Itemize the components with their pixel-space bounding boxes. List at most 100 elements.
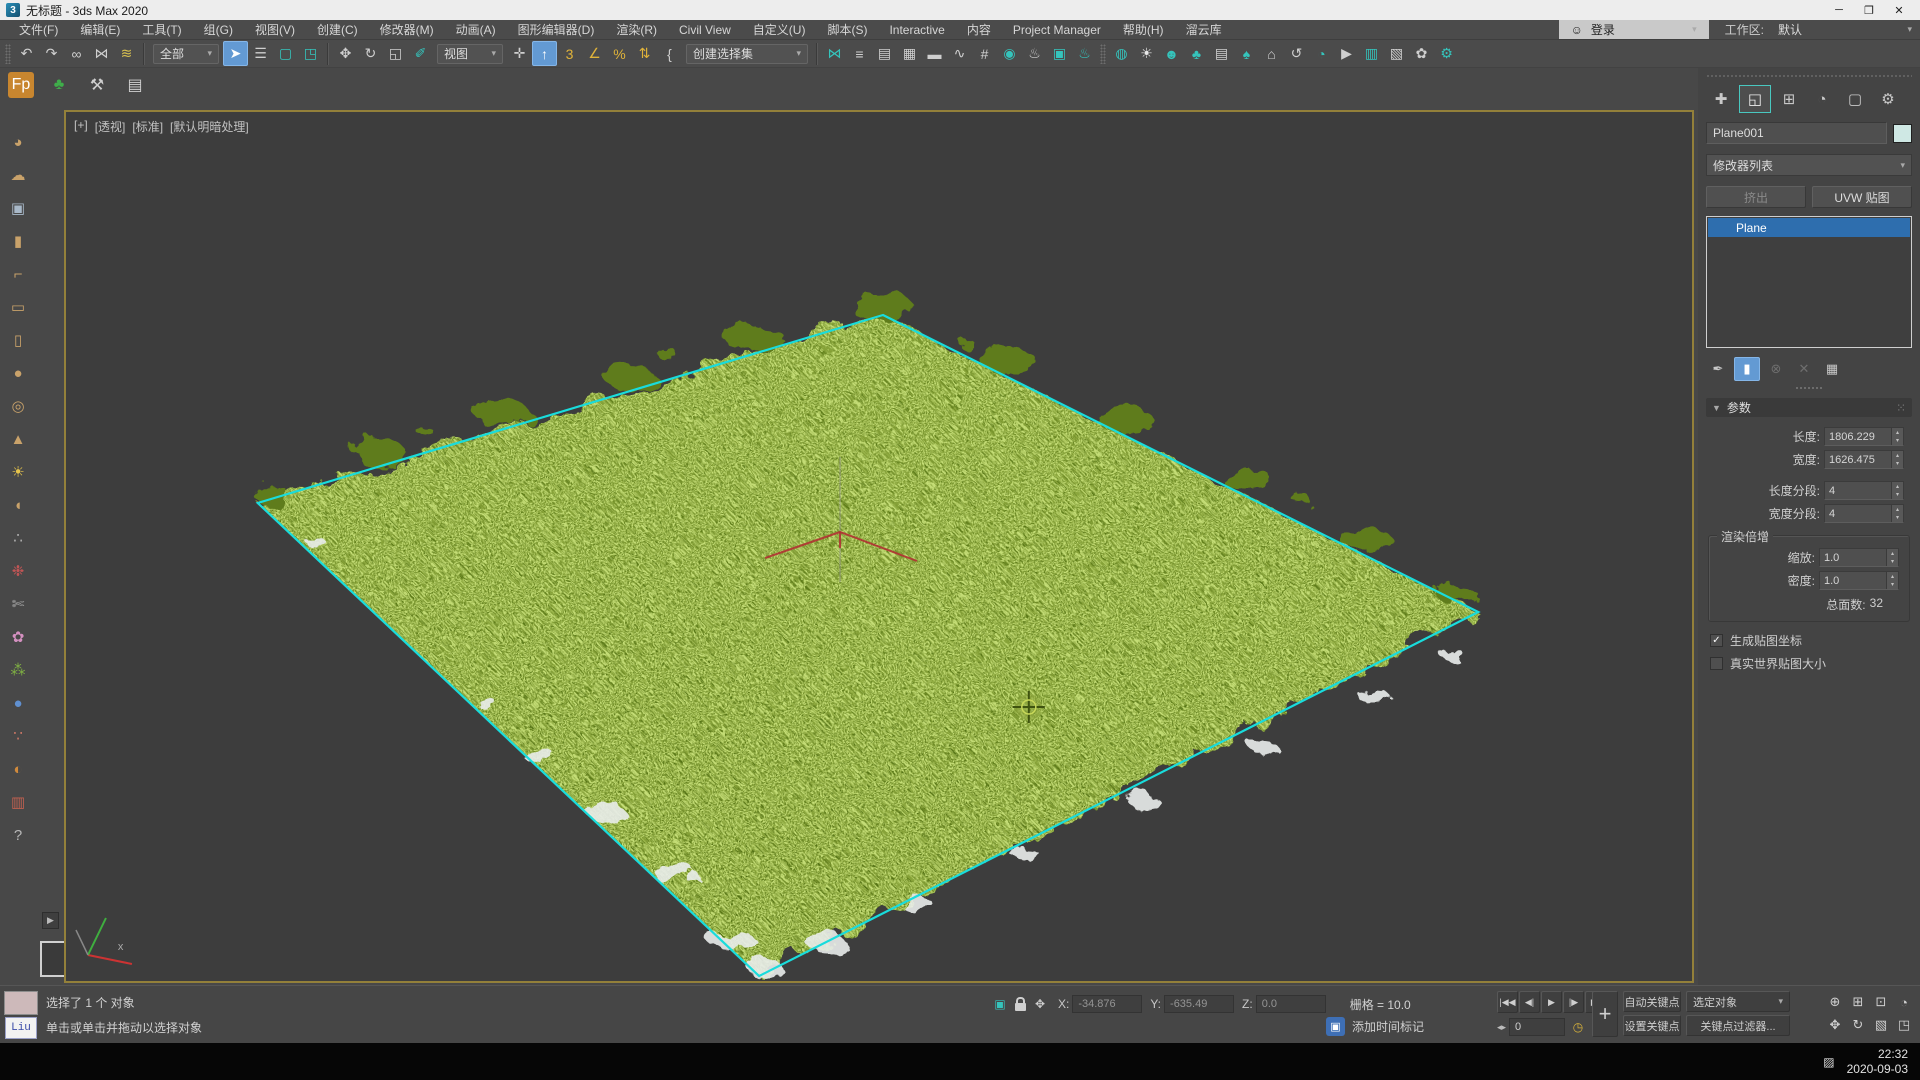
snap-3d-icon[interactable]: 3 (557, 41, 582, 66)
taskbar-clock[interactable]: 22:32 2020-09-03 (1847, 1047, 1908, 1077)
window-play-icon[interactable]: ▶ (1334, 41, 1359, 66)
daylight-icon[interactable]: ☀ (1134, 41, 1159, 66)
window-crossing-icon[interactable]: ◳ (298, 41, 323, 66)
checklist-icon[interactable]: ▤ (122, 72, 148, 98)
clapper-icon[interactable]: ▥ (1359, 41, 1384, 66)
cone-icon[interactable]: ▲ (6, 427, 30, 451)
key-filter-scope-dropdown[interactable]: 选定对象▾ (1686, 991, 1790, 1012)
menu-item[interactable]: 组(G) (193, 21, 244, 38)
cylinder-icon[interactable]: ▮ (6, 229, 30, 253)
forest-trees-icon[interactable]: ♣ (46, 72, 72, 98)
checkbox-unchecked-icon[interactable] (1710, 657, 1723, 670)
tab-display[interactable]: ▢ (1840, 86, 1870, 112)
go-start-icon[interactable]: |◀◀ (1497, 991, 1518, 1013)
bind-spacewarp-icon[interactable]: ≋ (114, 41, 139, 66)
link-icon[interactable]: ∞ (64, 41, 89, 66)
balloon-icon[interactable]: ◍ (1109, 41, 1134, 66)
key-mode-clock-icon[interactable]: ◷ (1568, 1017, 1588, 1037)
scale-field[interactable]: 1.0▴▾ (1819, 548, 1899, 567)
viewport-label-segment[interactable]: [标准] (132, 118, 163, 135)
pie-icon[interactable]: ◔ (1309, 41, 1334, 66)
add-time-tag-button[interactable]: 添加时间标记 (1352, 1018, 1424, 1035)
viewport-label-segment[interactable]: [+] (74, 118, 88, 135)
menu-item[interactable]: 文件(F) (8, 21, 69, 38)
set-key-button[interactable]: 设置关键点 (1623, 1015, 1681, 1036)
spinner[interactable]: ▴▾ (1891, 505, 1903, 522)
selection-lock-icon[interactable] (1010, 994, 1030, 1014)
width-segs-field[interactable]: 4▴▾ (1824, 504, 1904, 523)
ribbon-toggle-icon[interactable]: ▬ (922, 41, 947, 66)
panel-drag-handle[interactable] (1706, 74, 1912, 78)
checkbox-checked-icon[interactable]: ✓ (1710, 634, 1723, 647)
named-selection-set-field[interactable]: 创建选择集▾ (686, 44, 808, 64)
auto-key-button[interactable]: 自动关键点 (1623, 991, 1681, 1012)
parameters-rollout-header[interactable]: ▼ 参数 ⁙ (1706, 398, 1912, 417)
spinner[interactable]: ▴▾ (1886, 549, 1898, 566)
camera-icon[interactable]: ▧ (1384, 41, 1409, 66)
menu-item[interactable]: 溜云库 (1175, 21, 1233, 38)
workspace-dropdown[interactable]: 默认 ▾ (1770, 20, 1920, 39)
configure-sets-icon[interactable]: ▦ (1820, 358, 1844, 380)
login-button[interactable]: ☺ 登录 ▾ (1559, 20, 1709, 39)
make-unique-icon[interactable]: ⊗ (1764, 358, 1788, 380)
pan-icon[interactable]: ✥ (1824, 1014, 1846, 1036)
sun-icon[interactable]: ☀ (6, 460, 30, 484)
render-setup-icon[interactable]: ♨ (1022, 41, 1047, 66)
spinner[interactable]: ▴▾ (1891, 451, 1903, 468)
tab-utilities[interactable]: ⚙ (1873, 86, 1903, 112)
time-tag-icon[interactable]: ▣ (1326, 1017, 1345, 1036)
spray-icon[interactable]: ❉ (6, 559, 30, 583)
remove-modifier-icon[interactable]: ✕ (1792, 358, 1816, 380)
menu-item[interactable]: 图形编辑器(D) (507, 21, 606, 38)
orbit-icon[interactable]: ↻ (1847, 1014, 1869, 1036)
viewport-label-segment[interactable]: [透视] (95, 118, 126, 135)
play-icon[interactable]: ▶ (1541, 991, 1562, 1013)
move-icon[interactable]: ✥ (333, 41, 358, 66)
viewport-label-segment[interactable]: [默认明暗处理] (170, 118, 249, 135)
stack-item-plane[interactable]: Plane (1708, 218, 1910, 237)
sidebar-expand-button[interactable]: ▶ (42, 912, 59, 929)
angle-snap-icon[interactable]: ∠ (582, 41, 607, 66)
gear-icon[interactable]: ⚙ (1434, 41, 1459, 66)
butterfly-icon[interactable]: ✿ (1409, 41, 1434, 66)
spinner[interactable]: ▴▾ (1886, 572, 1898, 589)
generate-mapping-coords-row[interactable]: ✓ 生成贴图坐标 (1706, 632, 1912, 649)
real-world-map-size-row[interactable]: 真实世界贴图大小 (1706, 655, 1912, 672)
arch-icon[interactable]: ⌂ (1259, 41, 1284, 66)
pipe-icon[interactable]: ⌐ (6, 262, 30, 286)
trees-icon[interactable]: ♣ (1184, 41, 1209, 66)
length-segs-field[interactable]: 4▴▾ (1824, 481, 1904, 500)
material-editor-icon[interactable]: ◉ (997, 41, 1022, 66)
menu-item[interactable]: 内容 (956, 21, 1002, 38)
minimize-button[interactable]: ─ (1824, 1, 1854, 20)
object-name-field[interactable]: Plane001 (1706, 122, 1887, 144)
tab-create[interactable]: ✚ (1706, 86, 1736, 112)
tab-motion[interactable]: ◔ (1807, 86, 1837, 112)
key-filters-button[interactable]: 关键点过滤器... (1686, 1015, 1790, 1036)
show-end-result-icon[interactable]: ▮ (1734, 357, 1760, 381)
pin-stack-icon[interactable]: ✒ (1706, 358, 1730, 380)
spinner-snap-icon[interactable]: ⇅ (632, 41, 657, 66)
frame-spinner-arrows[interactable]: ◂▸ (1497, 1022, 1506, 1033)
maximize-viewport-icon[interactable]: ◳ (1893, 1014, 1915, 1036)
object-color-swatch[interactable] (1893, 124, 1912, 143)
spinner[interactable]: ▴▾ (1891, 482, 1903, 499)
scatter-icon[interactable]: ∴ (6, 526, 30, 550)
uvw-map-button[interactable]: UVW 贴图 (1812, 186, 1912, 208)
grass-icon[interactable]: ⁂ (6, 658, 30, 682)
place-icon[interactable]: ✐ (408, 41, 433, 66)
list-icon[interactable]: ▤ (1209, 41, 1234, 66)
half-sphere-icon[interactable]: ◐ (6, 757, 30, 781)
red-box-icon[interactable]: ▥ (6, 790, 30, 814)
length-field[interactable]: 1806.229▴▾ (1824, 427, 1904, 446)
viewport[interactable]: [+] [透视] [标准] [默认明暗处理] (64, 110, 1694, 983)
curve-editor-icon[interactable]: ∿ (947, 41, 972, 66)
z-coordinate-field[interactable]: 0.0 (1256, 995, 1326, 1013)
maximize-button[interactable]: ❐ (1854, 1, 1884, 20)
schematic-view-icon[interactable]: # (972, 41, 997, 66)
select-by-name-icon[interactable]: ☰ (248, 41, 273, 66)
tab-hierarchy[interactable]: ⊞ (1774, 86, 1804, 112)
marble-icon[interactable]: ● (6, 691, 30, 715)
rendered-frame-icon[interactable]: ▣ (1047, 41, 1072, 66)
next-frame-icon[interactable]: |▶ (1563, 991, 1584, 1013)
